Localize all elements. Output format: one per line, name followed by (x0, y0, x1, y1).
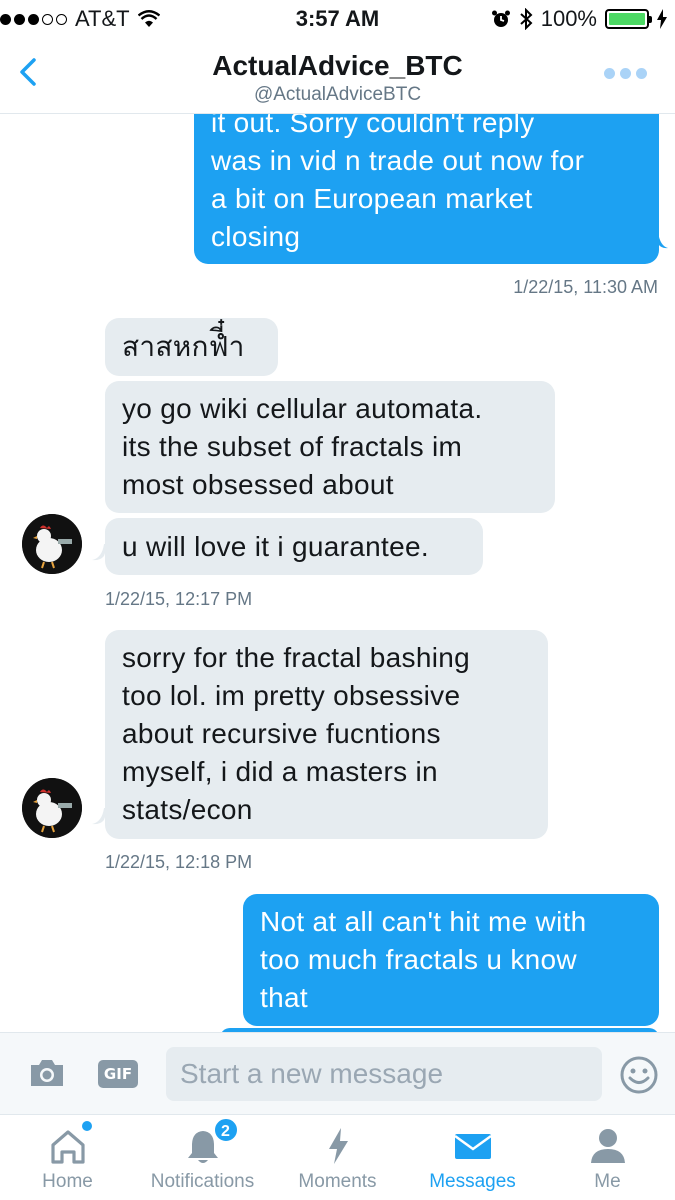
message-line: too much fractals u know (260, 944, 577, 975)
message-thread[interactable]: it out. Sorry couldn't reply was in vid … (0, 114, 675, 1032)
home-unread-dot (81, 1121, 92, 1131)
message-timestamp: 1/22/15, 12:18 PM (105, 852, 253, 872)
avatar[interactable] (22, 778, 82, 838)
message-composer: GIF (0, 1032, 675, 1114)
tab-me[interactable]: Me (540, 1115, 675, 1200)
tab-label: Messages (429, 1171, 516, 1192)
message-timestamp: 1/22/15, 11:30 AM (513, 277, 658, 297)
avatar[interactable] (22, 514, 82, 574)
message-line: was in vid n trade out now for (211, 145, 585, 176)
tab-messages[interactable]: Messages (405, 1115, 540, 1200)
bubble-tail (654, 232, 668, 249)
battery-icon (605, 9, 652, 29)
status-right: 100% (491, 6, 667, 32)
tab-label: Notifications (150, 1171, 255, 1192)
conversation-header: ActualAdvice_BTC @ActualAdviceBTC (0, 40, 675, 114)
message-line: myself, i did a masters in (122, 756, 438, 787)
message-line: yo go wiki cellular automata. (122, 393, 483, 424)
message-line: closing (211, 221, 301, 252)
message-line: Not at all can't hit me with (260, 906, 587, 937)
tab-label: Moments (298, 1171, 377, 1192)
gif-button[interactable]: GIF (98, 1060, 138, 1088)
notifications-badge: 2 (212, 1117, 239, 1143)
tab-home[interactable]: Home (0, 1115, 135, 1200)
person-icon (590, 1129, 625, 1163)
charging-icon (657, 9, 667, 29)
message-line: stats/econ (122, 794, 253, 825)
message-bubble-incoming[interactable]: สาสหกฟี๋ำ (105, 318, 278, 376)
rooster-avatar-icon (22, 778, 82, 838)
camera-button[interactable] (28, 1057, 66, 1089)
envelope-icon (453, 1134, 492, 1159)
message-bubble-outgoing[interactable]: it out. Sorry couldn't reply was in vid … (194, 114, 659, 264)
message-bubble-outgoing[interactable]: Not at all can't hit me with too much fr… (243, 894, 659, 1026)
tab-notifications[interactable]: 2 Notifications (135, 1115, 270, 1200)
status-bar: AT&T 3:57 AM 100% (0, 0, 675, 40)
rooster-avatar-icon (22, 514, 82, 574)
message-bubble-incoming[interactable]: sorry for the fractal bashing too lol. i… (105, 630, 548, 839)
message-line: สาสหกฟี๋ำ (122, 331, 245, 362)
message-line: a bit on European market (211, 183, 533, 214)
bubble-tail (92, 808, 108, 825)
message-input[interactable] (166, 1047, 602, 1101)
bubble-tail (92, 544, 108, 561)
message-line: its the subset of fractals im (122, 431, 463, 462)
battery-percent: 100% (540, 6, 597, 31)
message-bubble-incoming[interactable]: u will love it i guarantee. (105, 518, 483, 575)
message-line: u will love it i guarantee. (122, 531, 429, 562)
bluetooth-icon (520, 8, 533, 30)
tab-bar: Home 2 Notifications Moments Messages Me (0, 1114, 675, 1200)
alarm-icon (491, 10, 510, 27)
message-line: it out. Sorry couldn't reply (211, 114, 535, 138)
contact-handle: @ActualAdviceBTC (253, 84, 422, 105)
message-timestamp: 1/22/15, 12:17 PM (105, 589, 253, 609)
message-bubble-incoming[interactable]: yo go wiki cellular automata. its the su… (105, 381, 555, 513)
message-line: that (260, 982, 308, 1013)
emoji-button[interactable] (619, 1055, 659, 1095)
home-icon (50, 1130, 85, 1164)
message-line: about recursive fucntions (122, 718, 441, 749)
lightning-icon (328, 1128, 348, 1164)
contact-name: ActualAdvice_BTC (212, 50, 463, 81)
more-options-button[interactable] (604, 68, 647, 79)
tab-moments[interactable]: Moments (270, 1115, 405, 1200)
tab-label: Me (594, 1171, 621, 1192)
tab-label: Home (42, 1171, 93, 1192)
message-line: too lol. im pretty obsessive (122, 680, 461, 711)
message-line: sorry for the fractal bashing (122, 642, 470, 673)
message-line: most obsessed about (122, 469, 394, 500)
